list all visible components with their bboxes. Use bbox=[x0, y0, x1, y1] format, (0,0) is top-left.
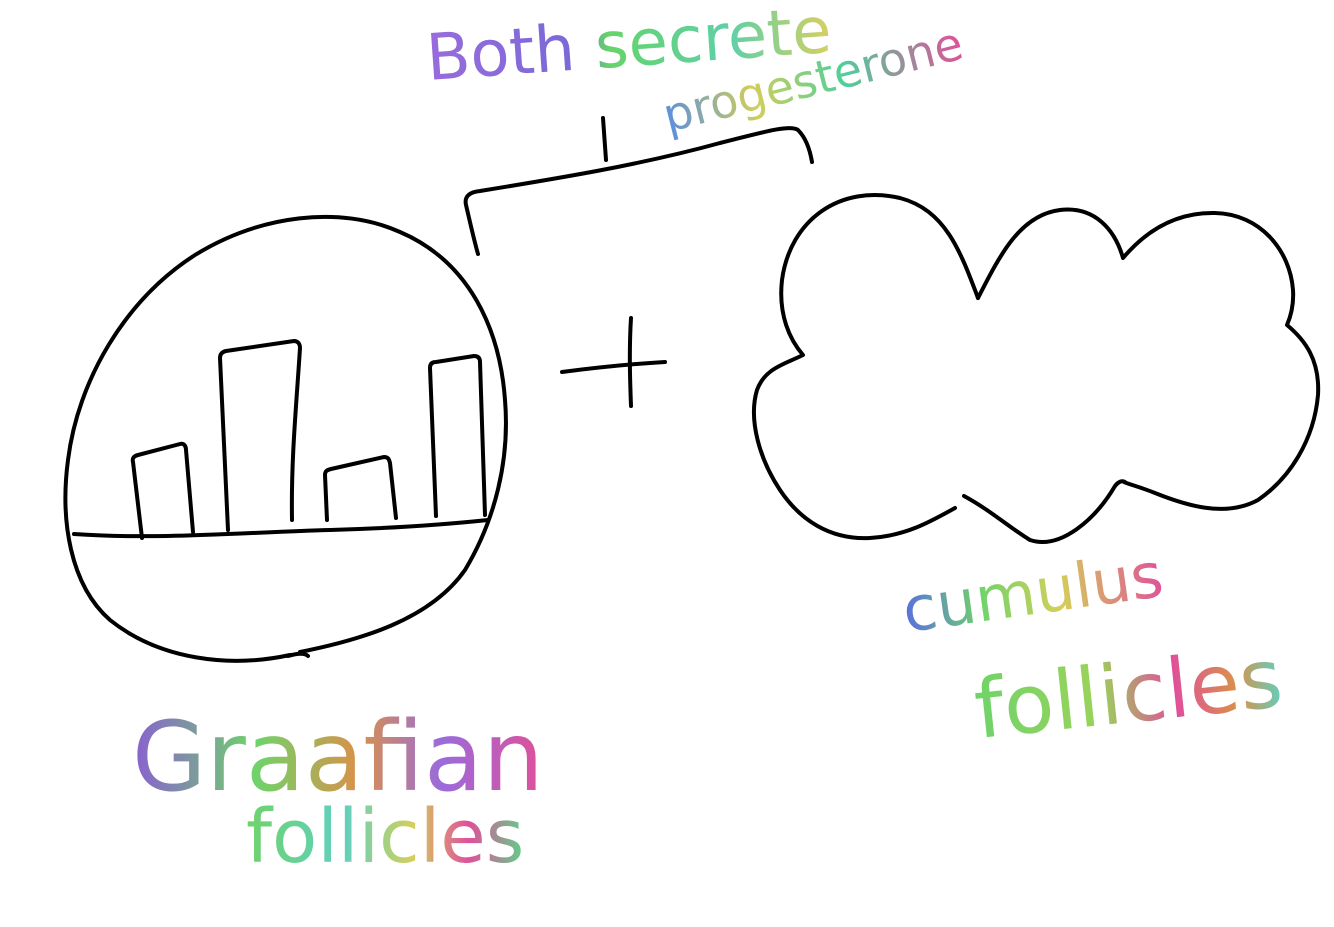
left-label-line2: follicles bbox=[246, 794, 524, 880]
right-label-line1: cumulus bbox=[898, 538, 1168, 647]
cumulus-follicle-drawing bbox=[752, 192, 1321, 544]
right-label-line2: follicles bbox=[970, 631, 1287, 758]
grouping-bracket bbox=[463, 116, 814, 256]
diagram-canvas: Both secrete progesterone + Graafian fol… bbox=[63, 0, 1321, 880]
graafian-follicle-drawing bbox=[63, 214, 508, 663]
bar-glyphs bbox=[130, 339, 487, 540]
